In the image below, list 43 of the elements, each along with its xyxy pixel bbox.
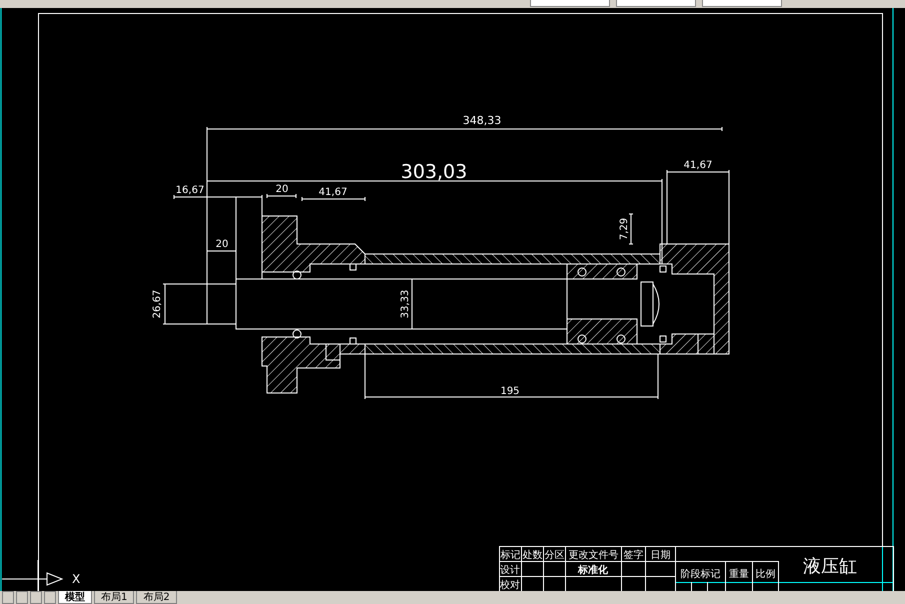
dimension-line: [666, 170, 730, 174]
toolbar-dropdown[interactable]: [530, 0, 610, 7]
axis-label: X: [72, 572, 80, 586]
layout-tab[interactable]: 布局1: [94, 591, 134, 604]
dimension-text: 195: [500, 386, 520, 397]
title-block-label: 更改文件号: [568, 550, 618, 561]
title-block-label: 分区: [544, 550, 564, 561]
dimension-text: 33,33: [400, 290, 411, 318]
toolbar-dropdown[interactable]: [702, 0, 782, 7]
dimension-text: 20: [276, 184, 288, 195]
dimension-line: [162, 284, 168, 324]
ucs-axis-icon: [2, 560, 64, 591]
dimension-text: 20: [216, 239, 228, 250]
layout-tab[interactable]: 布局2: [136, 591, 177, 604]
layout-tab[interactable]: 模型: [58, 591, 92, 604]
toolbar-dropdown[interactable]: [616, 0, 696, 7]
title-block-label: 标准化: [578, 565, 608, 576]
title-block-label: 签字: [624, 550, 644, 561]
dimension-text: 7,29: [619, 218, 630, 240]
dimension-text: 41,67: [684, 160, 712, 171]
dimension-line: [410, 278, 414, 330]
tab-scroll-button[interactable]: [30, 591, 42, 604]
dimension-text: 348,33: [462, 114, 502, 127]
title-block-label: 阶段标记: [680, 569, 720, 580]
dimension-text: 41,67: [318, 187, 348, 198]
title-block-label: 标记: [500, 550, 520, 561]
dimension-line: [206, 248, 236, 254]
dimension-line: [266, 194, 296, 198]
dimension-line: [302, 196, 366, 202]
drawing-name: 液压缸: [803, 556, 857, 577]
dimension-text: 303,03: [400, 161, 468, 183]
title-block-label: 设计: [500, 565, 520, 576]
tab-scroll-button[interactable]: [44, 591, 56, 604]
title-block-label: 校对: [500, 580, 520, 591]
title-block-label: 比例: [756, 569, 776, 580]
dimension-text: 26,67: [152, 290, 163, 318]
dimension-text: 16,67: [176, 185, 204, 196]
title-block-label: 日期: [650, 550, 670, 561]
tab-scroll-button[interactable]: [2, 591, 14, 604]
title-block-label: 处数: [522, 550, 542, 561]
tab-scroll-button[interactable]: [16, 591, 28, 604]
dimension-line: [628, 214, 634, 244]
title-block-label: 重量: [729, 569, 749, 580]
